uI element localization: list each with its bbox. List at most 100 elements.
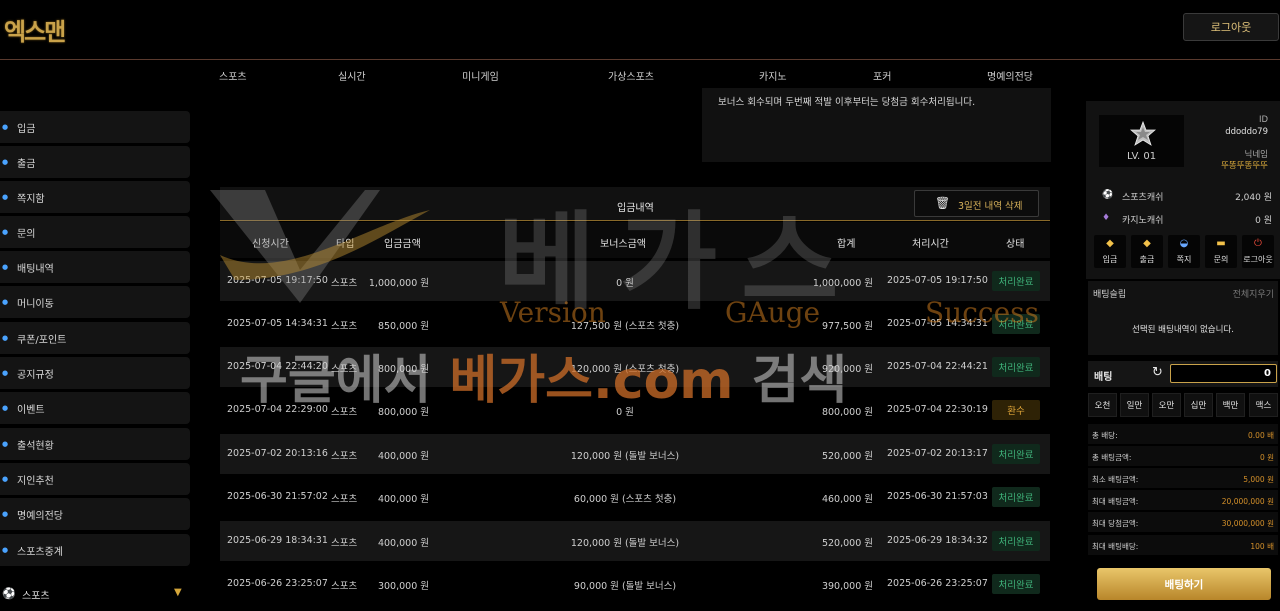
cell-deposit-amount: 800,000 원 bbox=[377, 364, 429, 375]
info-key: 최대 배팅금액: bbox=[1092, 497, 1139, 506]
nav-live[interactable]: 실시간 bbox=[338, 68, 366, 83]
cell-deposit-amount: 400,000 원 bbox=[377, 494, 429, 505]
quick-message-button[interactable]: ◒ 쪽지 bbox=[1168, 235, 1200, 268]
user-nick: 뚜똥뚜똥뚜뚜 bbox=[1221, 161, 1268, 171]
amount-5k-button[interactable]: 오천 bbox=[1088, 393, 1117, 417]
quick-withdraw-button[interactable]: ◆ 출금 bbox=[1131, 235, 1163, 268]
cell-total: 920,000 원 bbox=[821, 364, 873, 375]
sports-cash-value: 2,040 원 bbox=[1235, 193, 1272, 203]
logout-button[interactable]: 로그아웃 bbox=[1183, 13, 1279, 41]
betslip-clear-button[interactable]: 전체지우기 bbox=[1233, 287, 1274, 300]
quick-deposit-button[interactable]: ◆ 입금 bbox=[1094, 235, 1126, 268]
info-key: 최소 배팅금액: bbox=[1092, 475, 1139, 484]
nav-minigame[interactable]: 미니게임 bbox=[462, 68, 499, 83]
status-badge: 처리완료 bbox=[992, 487, 1040, 507]
place-bet-button[interactable]: 배팅하기 bbox=[1097, 568, 1271, 600]
cell-total: 800,000 원 bbox=[821, 407, 873, 418]
cell-process-time: 2025-06-30 21:57:03 bbox=[887, 491, 988, 502]
status-badge: 처리완료 bbox=[992, 444, 1040, 464]
sidebar-item-attendance[interactable]: ● 출석현황 bbox=[0, 428, 190, 460]
amount-50k-button[interactable]: 오만 bbox=[1152, 393, 1181, 417]
bet-amount-input[interactable]: 0 bbox=[1170, 364, 1277, 383]
cell-type: 스포츠 bbox=[331, 538, 358, 549]
cell-bonus-amount: 60,000 원 (스포츠 첫충) bbox=[573, 494, 677, 505]
amount-10k-button[interactable]: 일만 bbox=[1120, 393, 1149, 417]
quick-message-label: 쪽지 bbox=[1176, 255, 1192, 264]
cell-type: 스포츠 bbox=[331, 321, 358, 332]
sidebar-item-label: 지인추천 bbox=[17, 475, 54, 487]
amount-1m-button[interactable]: 백만 bbox=[1216, 393, 1245, 417]
delete-old-history-button[interactable]: 🗑 3일전 내역 삭제 bbox=[914, 190, 1039, 217]
sidebar-item-deposit[interactable]: ● 입금 bbox=[0, 111, 190, 143]
table-row: 2025-06-29 18:34:31 스포츠 400,000 원 120,00… bbox=[220, 521, 1050, 561]
info-value: 100 배 bbox=[1250, 542, 1274, 551]
sidebar-item-withdraw[interactable]: ● 출금 bbox=[0, 146, 190, 178]
delete-old-history-label: 3일전 내역 삭제 bbox=[958, 201, 1023, 212]
bullet-icon: ● bbox=[2, 228, 9, 236]
status-badge: 처리완료 bbox=[992, 314, 1040, 334]
info-value: 0 원 bbox=[1259, 453, 1274, 462]
cell-type: 스포츠 bbox=[331, 278, 358, 289]
sidebar-item-notice-rules[interactable]: ● 공지규정 bbox=[0, 357, 190, 389]
cell-type: 스포츠 bbox=[331, 451, 358, 462]
sports-icon: ⚽ bbox=[2, 587, 16, 600]
site-logo[interactable]: 엑스맨 bbox=[4, 12, 66, 47]
nav-virtual-sports[interactable]: 가상스포츠 bbox=[608, 68, 654, 83]
sidebar-item-coupon-point[interactable]: ● 쿠폰/포인트 bbox=[0, 322, 190, 354]
sidebar-item-bet-history[interactable]: ● 배팅내역 bbox=[0, 251, 190, 283]
casino-cash-icon: ♦ bbox=[1102, 213, 1111, 223]
col-deposit-amount: 입금금액 bbox=[384, 239, 421, 250]
nav-hall-of-fame[interactable]: 명예의전당 bbox=[987, 68, 1033, 83]
nav-poker[interactable]: 포커 bbox=[873, 68, 891, 83]
sidebar-item-label: 입금 bbox=[17, 123, 36, 135]
info-min-bet: 최소 배팅금액: 5,000 원 bbox=[1088, 468, 1278, 488]
sidebar-item-label: 쪽지함 bbox=[17, 193, 45, 205]
cell-process-time: 2025-07-02 20:13:17 bbox=[887, 448, 988, 459]
sidebar-item-money-transfer[interactable]: ● 머니이동 bbox=[0, 286, 190, 318]
table-row: 2025-07-04 22:29:00 스포츠 800,000 원 0 원 80… bbox=[220, 390, 1050, 430]
cell-request-time: 2025-06-30 21:57:02 bbox=[227, 491, 328, 502]
amount-max-button[interactable]: 맥스 bbox=[1249, 393, 1278, 417]
cell-deposit-amount: 400,000 원 bbox=[377, 538, 429, 549]
cell-bonus-amount: 120,000 원 (스포츠 첫충) bbox=[570, 364, 680, 375]
cell-process-time: 2025-07-04 22:44:21 bbox=[887, 361, 988, 372]
sidebar-item-event[interactable]: ● 이벤트 bbox=[0, 392, 190, 424]
sidebar-item-hall-of-fame[interactable]: ● 명예의전당 bbox=[0, 498, 190, 530]
nav-casino[interactable]: 카지노 bbox=[759, 68, 787, 83]
col-status: 상태 bbox=[1006, 239, 1025, 250]
quick-logout-label: 로그아웃 bbox=[1243, 255, 1273, 264]
amount-100k-button[interactable]: 십만 bbox=[1184, 393, 1213, 417]
cell-type: 스포츠 bbox=[331, 407, 358, 418]
bullet-icon: ● bbox=[2, 475, 9, 483]
cell-bonus-amount: 120,000 원 (돌발 보너스) bbox=[570, 451, 680, 462]
cell-process-time: 2025-07-04 22:30:19 bbox=[887, 404, 988, 415]
bullet-icon: ● bbox=[2, 263, 9, 271]
level-badge-icon bbox=[1130, 121, 1156, 146]
cell-deposit-amount: 800,000 원 bbox=[377, 407, 429, 418]
cell-request-time: 2025-06-29 18:34:31 bbox=[227, 535, 328, 546]
bet-label: 배팅 bbox=[1094, 372, 1113, 383]
cell-total: 1,000,000 원 bbox=[812, 278, 873, 289]
cell-process-time: 2025-07-05 14:34:31 bbox=[887, 318, 988, 329]
sidebar-item-referral[interactable]: ● 지인추천 bbox=[0, 463, 190, 495]
cell-bonus-amount: 127,500 원 (스포츠 첫충) bbox=[570, 321, 680, 332]
status-badge: 처리완료 bbox=[992, 574, 1040, 594]
sidebar-item-inquiry[interactable]: ● 문의 bbox=[0, 216, 190, 248]
chevron-down-icon: ▼ bbox=[174, 587, 182, 598]
sidebar-item-label: 문의 bbox=[17, 228, 36, 240]
sidebar-item-label: 배팅내역 bbox=[17, 263, 54, 275]
info-total-bet: 총 배팅금액: 0 원 bbox=[1088, 446, 1278, 466]
sidebar-item-sports-stream[interactable]: ● 스포츠중계 bbox=[0, 534, 190, 566]
info-key: 최대 당첨금액: bbox=[1092, 519, 1139, 528]
table-row: 2025-07-02 20:13:16 스포츠 400,000 원 120,00… bbox=[220, 434, 1050, 474]
quick-logout-button[interactable]: ⏻ 로그아웃 bbox=[1242, 235, 1274, 268]
sidebar-sports-toggle[interactable]: ⚽ 스포츠 ▼ bbox=[0, 583, 190, 605]
trash-icon: 🗑 bbox=[935, 196, 951, 210]
quick-inquiry-button[interactable]: ▬ 문의 bbox=[1205, 235, 1237, 268]
sidebar-item-label: 머니이동 bbox=[17, 298, 54, 310]
table-row: 2025-07-04 22:44:20 스포츠 800,000 원 120,00… bbox=[220, 347, 1050, 387]
nav-sports[interactable]: 스포츠 bbox=[219, 68, 247, 83]
refresh-icon[interactable]: ↻ bbox=[1152, 365, 1163, 380]
sidebar-item-label: 이벤트 bbox=[17, 404, 45, 416]
sidebar-item-inbox[interactable]: ● 쪽지함 bbox=[0, 181, 190, 213]
